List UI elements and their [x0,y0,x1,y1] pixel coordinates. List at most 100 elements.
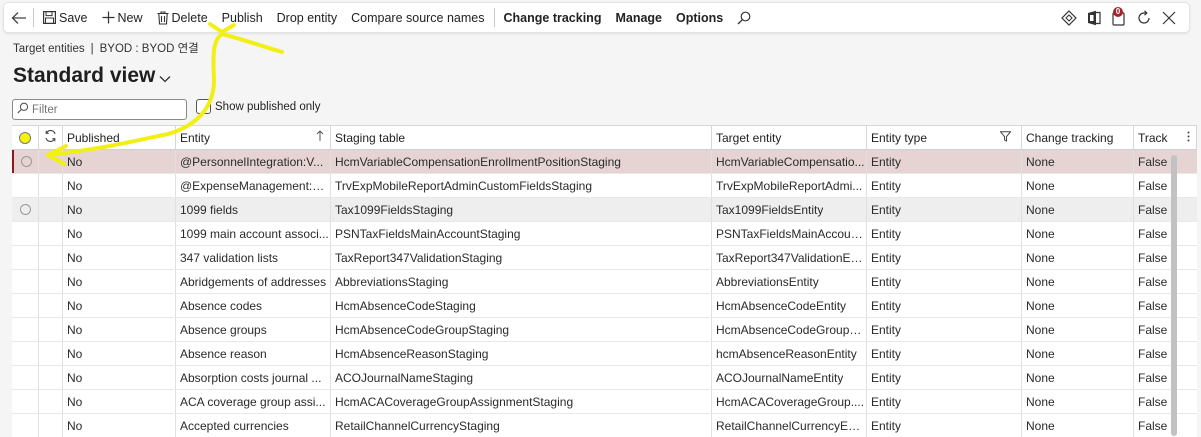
row-select-cell[interactable] [12,198,39,221]
refresh-icon[interactable] [44,130,57,145]
cell-entity-type[interactable]: Entity [867,198,1022,221]
row-marker-cell[interactable] [39,270,63,293]
publish-button[interactable]: Publish [215,3,270,32]
compare-source-names-button[interactable]: Compare source names [344,3,491,32]
cell-published[interactable]: No [63,366,176,389]
table-row[interactable]: No Abridgements of addresses Abbreviations… [12,270,1197,294]
cell-staging-table[interactable]: HcmVariableCompensationEnrollmentPositio… [331,150,712,173]
cell-track[interactable]: False [1134,390,1197,413]
cell-entity[interactable]: @ExpenseManagement:Tr... [176,174,331,197]
cell-entity-type[interactable]: Entity [867,366,1022,389]
cell-change-tracking[interactable]: None [1022,366,1134,389]
cell-staging-table[interactable]: HcmAbsenceReasonStaging [331,342,712,365]
cell-target-entity[interactable]: PSNTaxFieldsMainAccoun... [712,222,867,245]
cell-entity-type[interactable]: Entity [867,246,1022,269]
cell-target-entity[interactable]: RetailChannelCurrencyEnt... [712,414,867,437]
row-marker-cell[interactable] [39,198,63,221]
table-row[interactable]: No 1099 main account associ... PSNTaxField… [12,222,1197,246]
cell-published[interactable]: No [63,198,176,221]
cell-staging-table[interactable]: AbbreviationsStaging [331,270,712,293]
row-select-cell[interactable] [12,294,39,317]
table-row[interactable]: No Accepted currencies RetailChannelCurren… [12,414,1197,437]
cell-change-tracking[interactable]: None [1022,150,1134,173]
table-row[interactable]: No ACA coverage group assi... HcmACACovera… [12,390,1197,414]
drop-entity-button[interactable]: Drop entity [270,3,344,32]
table-row[interactable]: No 347 validation lists TaxReport347Valida… [12,246,1197,270]
cell-staging-table[interactable]: Tax1099FieldsStaging [331,198,712,221]
cell-entity-type[interactable]: Entity [867,294,1022,317]
table-row[interactable]: No @ExpenseManagement:Tr... TrvExpMobileRe… [12,174,1197,198]
cell-entity-type[interactable]: Entity [867,174,1022,197]
cell-track[interactable]: False [1134,198,1197,221]
delete-button[interactable]: Delete [150,3,215,32]
cell-entity[interactable]: Abridgements of addresses [176,270,331,293]
filter-icon[interactable] [999,131,1012,145]
cell-entity[interactable]: 1099 fields [176,198,331,221]
row-select-radio[interactable] [19,204,31,215]
cell-target-entity[interactable]: TaxReport347ValidationEn... [712,246,867,269]
cell-change-tracking[interactable]: None [1022,174,1134,197]
back-button[interactable] [4,3,31,32]
cell-published[interactable]: No [63,390,176,413]
cell-entity-type[interactable]: Entity [867,390,1022,413]
cell-target-entity[interactable]: ACOJournalNameEntity [712,366,867,389]
select-all-radio[interactable] [19,131,31,144]
show-published-checkbox[interactable] [196,99,211,114]
column-header-staging-table[interactable]: Staging table [331,126,712,149]
row-select-cell[interactable] [12,222,39,245]
cell-entity[interactable]: 1099 main account associ... [176,222,331,245]
cell-entity-type[interactable]: Entity [867,414,1022,437]
column-header-published[interactable]: Published [63,126,176,149]
cell-track[interactable]: False [1134,366,1197,389]
cell-published[interactable]: No [63,294,176,317]
cell-entity-type[interactable]: Entity [867,222,1022,245]
table-row[interactable]: No 1099 fields Tax1099FieldsStaging Tax1099… [12,198,1197,222]
cell-published[interactable]: No [63,342,176,365]
view-selector[interactable]: Standard view [13,62,171,89]
cell-change-tracking[interactable]: None [1022,390,1134,413]
refresh-icon[interactable] [1133,7,1154,28]
close-icon[interactable] [1158,7,1179,28]
cell-entity-type[interactable]: Entity [867,150,1022,173]
row-marker-cell[interactable] [39,294,63,317]
notification-icon[interactable]: 0 [1108,7,1129,28]
show-published-only-toggle[interactable]: Show published only [196,99,321,114]
cell-track[interactable]: False [1134,246,1197,269]
cell-entity[interactable]: Absence codes [176,294,331,317]
cell-change-tracking[interactable]: None [1022,270,1134,293]
row-marker-cell[interactable] [39,366,63,389]
options-tab[interactable]: Options [669,3,730,32]
new-button[interactable]: New [95,3,150,32]
cell-staging-table[interactable]: PSNTaxFieldsMainAccountStaging [331,222,712,245]
save-button[interactable]: Save [36,3,95,32]
cell-track[interactable]: False [1134,414,1197,437]
table-row[interactable]: No Absence groups HcmAbsenceCodeGroupStagi… [12,318,1197,342]
cell-entity[interactable]: Absence groups [176,318,331,341]
breadcrumb-item-target-entities[interactable]: Target entities [13,43,85,55]
column-header-entity[interactable]: Entity [176,126,331,149]
cell-change-tracking[interactable]: None [1022,222,1134,245]
cell-published[interactable]: No [63,318,176,341]
cell-target-entity[interactable]: HcmACACoverageGroup.... [712,390,867,413]
table-row[interactable]: No @PersonnelIntegration:V... HcmVariableC… [12,150,1197,174]
table-row[interactable]: No Absence codes HcmAbsenceCodeStaging HcmA… [12,294,1197,318]
cell-entity[interactable]: Absence reason [176,342,331,365]
row-select-cell[interactable] [12,318,39,341]
row-select-cell[interactable] [12,414,39,437]
search-button[interactable] [730,3,761,32]
column-header-entity-type[interactable]: Entity type [867,126,1022,149]
cell-entity-type[interactable]: Entity [867,342,1022,365]
cell-staging-table[interactable]: HcmAbsenceCodeStaging [331,294,712,317]
cell-published[interactable]: No [63,270,176,293]
cell-target-entity[interactable]: hcmAbsenceReasonEntity [712,342,867,365]
more-vertical-icon[interactable] [1187,131,1190,145]
row-marker-cell[interactable] [39,174,63,197]
cell-entity[interactable]: 347 validation lists [176,246,331,269]
cell-published[interactable]: No [63,150,176,173]
column-header-target-entity[interactable]: Target entity [712,126,867,149]
row-marker-cell[interactable] [39,414,63,437]
row-select-cell[interactable] [12,150,39,173]
row-select-cell[interactable] [12,390,39,413]
table-row[interactable]: No Absorption costs journal ... ACOJournal… [12,366,1197,390]
filter-input[interactable] [32,103,182,116]
